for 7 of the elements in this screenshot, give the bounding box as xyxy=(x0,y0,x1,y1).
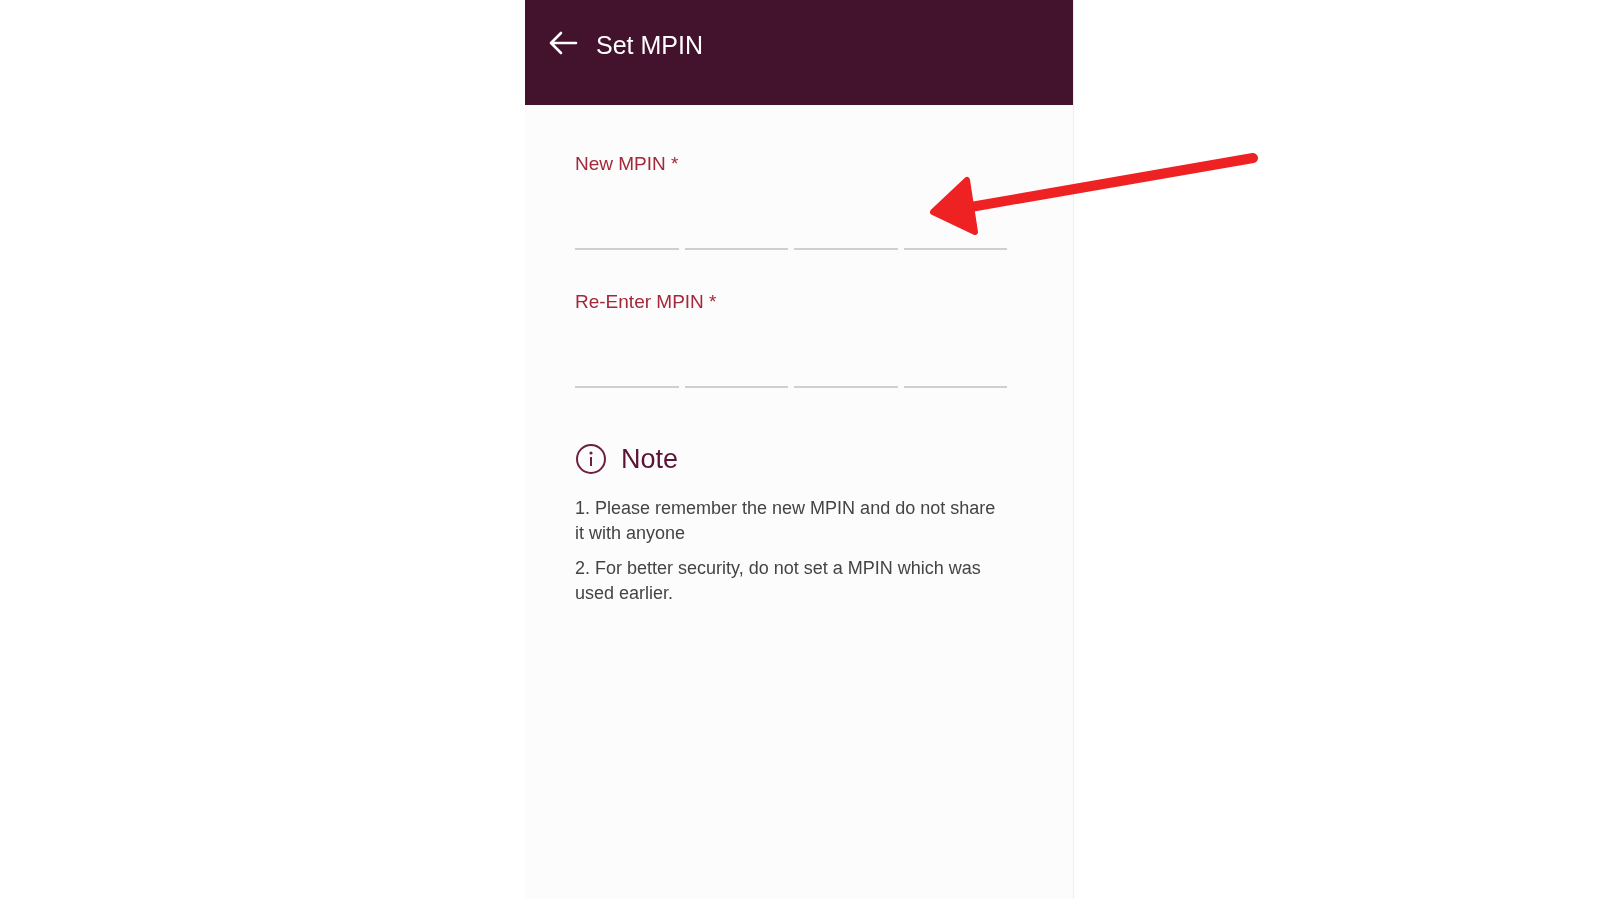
field-label: New MPIN * xyxy=(575,152,680,176)
info-icon xyxy=(575,443,607,475)
field-label: Re-Enter MPIN * xyxy=(575,290,718,314)
note-text: 1. Please remember the new MPIN and do not share it with anyone xyxy=(575,497,997,545)
screen-title: Set MPIN xyxy=(596,30,703,61)
note-title: Note xyxy=(621,443,679,476)
note-text: 2. For better security, do not set a MPIN which was used earlier. xyxy=(575,557,982,605)
